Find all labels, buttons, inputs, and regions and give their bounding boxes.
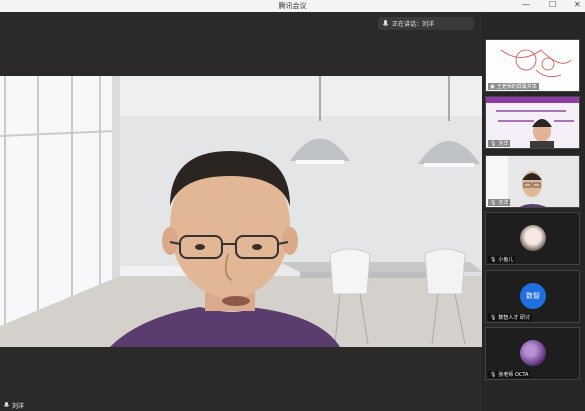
maximize-button[interactable]: ☐ — [549, 0, 556, 9]
tile-name: 张老师 OCTA — [498, 372, 529, 378]
mic-icon: 🎙 — [490, 314, 497, 321]
video-frame — [0, 76, 482, 347]
avatar — [520, 340, 546, 366]
tile-name-tag: 🎙 小鱼儿 — [488, 256, 516, 263]
window-title: 腾讯会议 — [278, 2, 307, 10]
mic-icon — [382, 19, 389, 26]
close-button[interactable]: ✕ — [574, 0, 581, 9]
title-bar: 腾讯会议 — ☐ ✕ — [0, 0, 585, 12]
screen-share-icon: ▣ — [490, 83, 495, 90]
tile-name: 王老师的屏幕共享 — [496, 84, 537, 90]
mic-icon: 🎙 — [490, 256, 497, 263]
participant-tile[interactable]: 🎙 刘洋 — [485, 96, 580, 149]
tile-name-tag: 🎙 数智人才 研讨 — [488, 314, 532, 321]
participant-tile[interactable]: ▣ 王老师的屏幕共享 — [485, 39, 580, 92]
participant-tile[interactable]: 数智 🎙 数智人才 研讨 — [485, 270, 580, 323]
tile-name: 刘洋 — [498, 200, 509, 206]
participant-tile[interactable]: 🎙 小鱼儿 — [485, 212, 580, 265]
main-video[interactable] — [0, 76, 482, 347]
minimize-button[interactable]: — — [522, 0, 530, 9]
mic-icon: 🎙 — [490, 199, 497, 206]
participant-tile[interactable]: 🎙 张老师 OCTA — [485, 327, 580, 380]
mic-icon: 🎙 — [490, 371, 497, 378]
tile-name: 小鱼儿 — [498, 257, 514, 263]
main-video-name: 刘洋 — [12, 402, 25, 410]
tile-name-tag: 🎙 刘洋 — [488, 199, 511, 206]
speaking-label: 正在讲话：刘洋 — [392, 21, 435, 28]
mic-icon — [3, 401, 10, 407]
tile-name-tag: ▣ 王老师的屏幕共享 — [488, 83, 539, 90]
speaking-indicator[interactable]: 正在讲话：刘洋 — [378, 17, 474, 30]
mic-icon: 🎙 — [490, 140, 497, 147]
participant-tile[interactable]: 🎙 刘洋 — [485, 155, 580, 208]
tile-name-tag: 🎙 张老师 OCTA — [488, 371, 531, 378]
tile-name-tag: 🎙 刘洋 — [488, 140, 511, 147]
tile-name: 刘洋 — [498, 141, 509, 147]
tile-name: 数智人才 研讨 — [498, 315, 530, 321]
avatar — [520, 225, 546, 251]
avatar: 数智 — [520, 283, 546, 309]
main-video-name-tag: 刘洋 — [3, 401, 25, 410]
